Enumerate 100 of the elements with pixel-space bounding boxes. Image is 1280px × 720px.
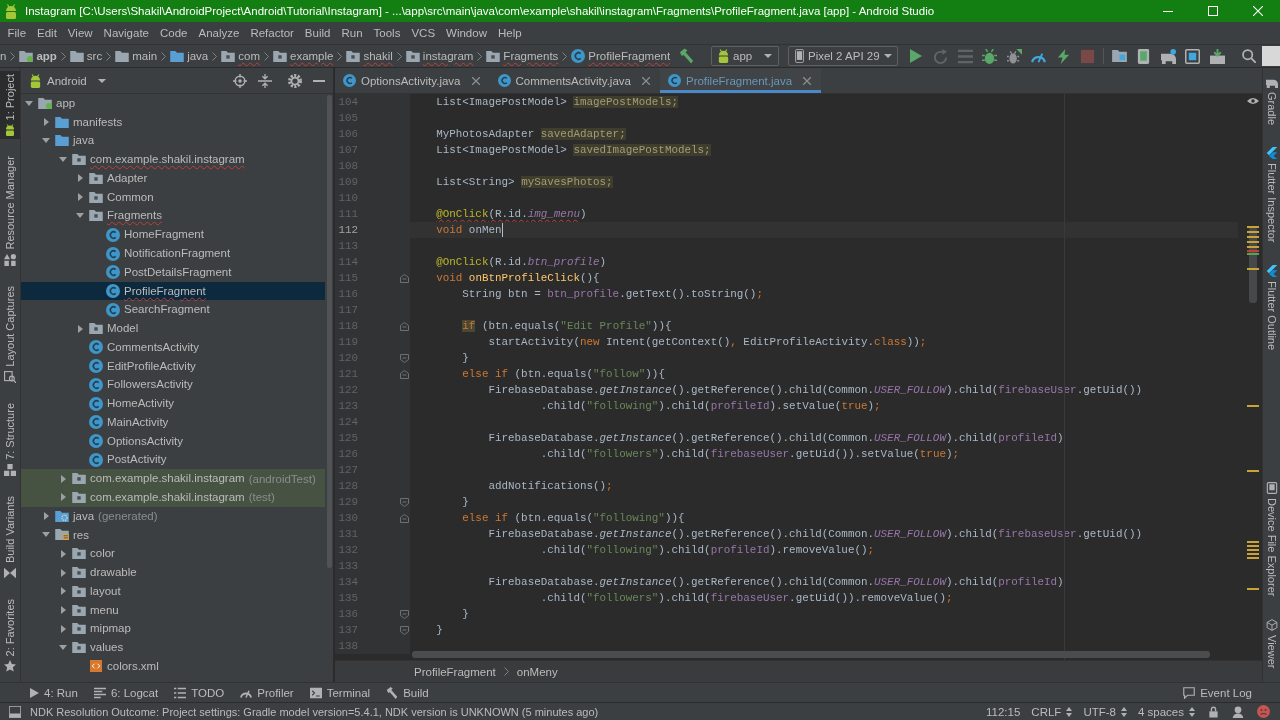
tool-window-button[interactable]: 6: Logcat [85,683,167,702]
menubar-entry[interactable]: Tools [368,27,406,39]
arrow-down-icon[interactable] [42,532,50,538]
arrow-right-icon[interactable] [60,474,66,483]
menubar-entry[interactable]: Build [299,27,336,39]
fold-marker-icon[interactable] [399,625,409,635]
breadcrumb-item[interactable]: shakil [346,44,393,68]
tree-item[interactable]: Adapter [21,169,325,188]
square-icon[interactable] [1185,48,1201,64]
arrow-right-icon[interactable] [77,174,83,183]
menubar-entry[interactable]: VCS [405,27,441,39]
arrow-right-icon[interactable] [77,324,83,333]
tool-window-button[interactable]: Build Variants [0,492,20,582]
hammer-icon[interactable] [679,48,695,64]
tree-item[interactable]: values [21,638,325,657]
editor-tab[interactable]: ProfileFragment.java [659,68,822,93]
arrow-right-icon[interactable] [60,568,66,577]
arrow-down-icon[interactable] [59,157,67,163]
tree-item[interactable]: PostActivity [21,450,325,470]
minimize-icon[interactable] [313,79,325,82]
breadcrumb-item[interactable]: java [170,44,209,68]
tool-window-button[interactable]: 4: Run [22,683,86,702]
tool-window-button[interactable]: 7: Structure [0,399,20,479]
menubar-entry[interactable]: Window [440,27,493,39]
tree-item[interactable]: mipmap [21,619,325,639]
breadcrumb-item[interactable]: src [69,44,103,68]
encoding-button[interactable]: UTF-8 [1083,705,1127,718]
device-dropdown[interactable]: Pixel 2 API 29 [788,46,898,66]
folder-grid-icon[interactable] [1111,50,1127,62]
tool-window-button[interactable]: Gradle [1263,76,1280,126]
arrow-down-icon[interactable] [76,213,84,219]
scrollbar-thumb[interactable] [327,95,332,568]
menubar-entry[interactable]: Refactor [244,27,300,39]
fold-marker-icon[interactable] [399,353,409,363]
tree-item[interactable]: com.example.shakil.instagram (androidTest) [21,469,325,489]
tool-window-button[interactable]: Device File Explorer [1263,482,1280,597]
tool-window-button[interactable]: Resource Manager [0,153,20,270]
fold-marker-icon[interactable] [399,513,409,523]
tree-item[interactable]: NotificationFragment [21,244,325,263]
fold-marker-icon[interactable] [399,497,409,507]
tool-window-button[interactable]: Viewer [1263,618,1280,668]
fold-marker-icon[interactable] [399,369,409,379]
tree-item[interactable]: layout [21,581,325,601]
tree-item[interactable]: manifests [21,112,325,132]
caret-position[interactable]: 112:15 [986,705,1021,718]
eye-icon[interactable] [1247,97,1259,105]
download-box-icon[interactable] [1209,48,1225,64]
menubar-entry[interactable]: Run [335,27,369,39]
fold-marker-icon[interactable] [399,273,409,283]
arrow-right-icon[interactable] [77,193,83,202]
error-stripe-markers[interactable] [1247,224,1259,592]
tree-item[interactable]: PostDetailsFragment [21,262,325,282]
tree-item[interactable]: com.example.shakil.instagram (test) [21,488,325,507]
breadcrumb-item[interactable]: onMeny [516,665,558,678]
elephant-icon[interactable] [1160,48,1176,64]
editor-tab[interactable]: CommentsActivity.java [489,68,660,93]
arrow-right-icon[interactable] [60,587,66,596]
menubar-entry[interactable]: Analyze [192,27,245,39]
panel-toggle-icon[interactable] [9,705,21,718]
tree-item[interactable]: MainActivity [21,413,325,432]
lock-icon[interactable] [1208,705,1219,718]
breadcrumb-item[interactable]: instagram [405,44,474,68]
arrow-right-icon[interactable] [43,118,49,127]
indent-button[interactable]: 4 spaces [1137,705,1195,718]
breadcrumb-item[interactable]: Fragments [486,44,559,68]
tree-item[interactable]: com.example.shakil.instagram [21,150,325,170]
breadcrumb-item[interactable]: example [273,44,334,68]
crosshair-icon[interactable] [233,73,247,88]
close-icon[interactable] [471,76,480,85]
breadcrumb-item[interactable]: app [19,44,57,68]
tree-item[interactable]: Fragments [21,206,325,226]
status-message[interactable]: NDK Resolution Outcome: Project settings: Gradle model version=5.4.1, NDK version is UNKNOWN (5 minutes ago) [30,705,599,718]
breadcrumb-item[interactable]: com [221,44,260,68]
tool-window-button[interactable]: 2: Favorites [0,595,20,676]
tree-item[interactable]: drawable [21,563,325,582]
tool-window-button[interactable]: Profiler [232,683,302,702]
menubar-entry[interactable]: Edit [31,27,63,39]
fold-marker-icon[interactable] [399,609,409,619]
tree-item[interactable]: menu [21,600,325,620]
sad-face-icon[interactable] [1257,705,1270,718]
tree-item[interactable]: CommentsActivity [21,337,325,357]
menubar-entry[interactable]: View [62,27,99,39]
tool-window-button[interactable]: TODO [166,683,233,702]
breadcrumb-item[interactable]: ProfileFragment [571,44,671,68]
tree-item[interactable]: Common [21,187,325,207]
tool-window-button[interactable]: 1: Project [0,71,20,140]
arrow-down-icon[interactable] [25,100,33,106]
arrow-right-icon[interactable] [60,549,66,558]
tool-window-button[interactable]: Layout Captures [0,283,20,386]
person-icon[interactable] [1232,705,1244,718]
tool-window-button[interactable]: Build [378,683,437,702]
arrow-right-icon[interactable] [60,493,66,502]
event-log-button[interactable]: Event Log [1175,683,1260,702]
phone-icon[interactable] [1136,48,1152,64]
tool-window-button[interactable]: Flutter Outline [1263,264,1280,350]
tree-item[interactable]: HomeFragment [21,225,325,245]
bug-icon[interactable] [982,48,998,64]
tree-item[interactable]: EditProfileActivity [21,356,325,376]
breadcrumb-item[interactable]: main [115,44,158,68]
menubar-entry[interactable]: File [2,27,32,39]
